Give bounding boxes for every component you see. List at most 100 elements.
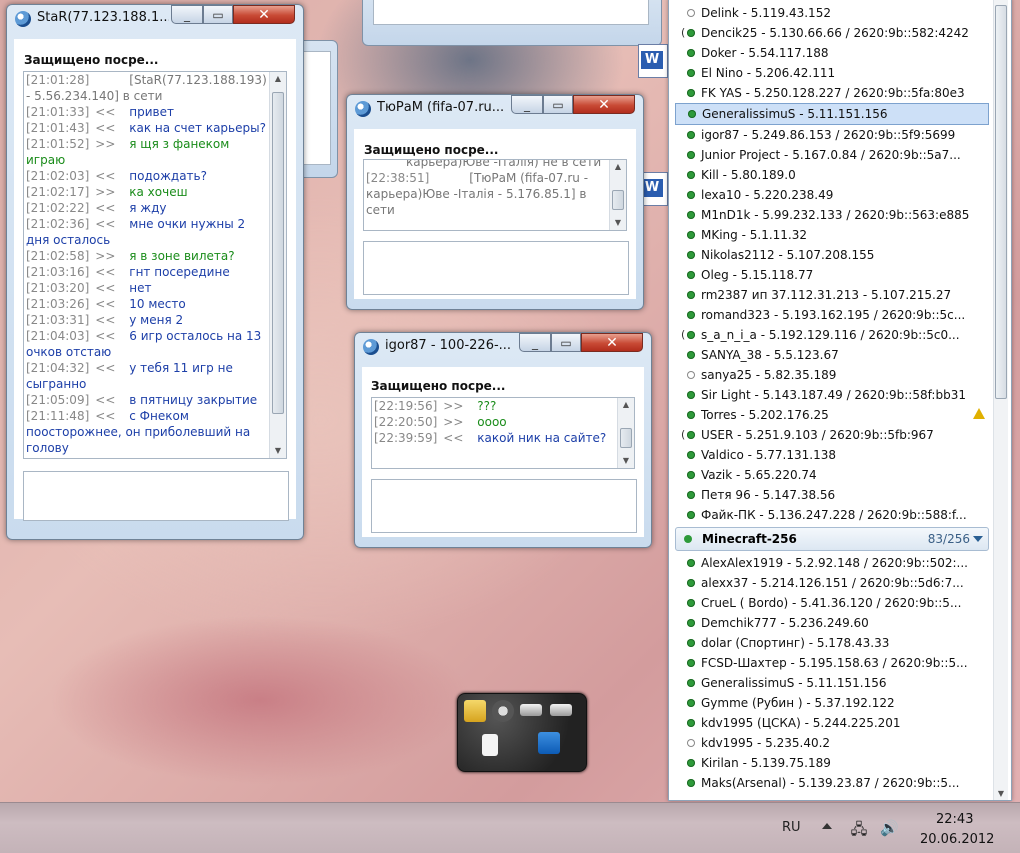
log-scrollbar[interactable]: ▲ ▼	[609, 160, 626, 230]
message-input[interactable]	[363, 241, 629, 295]
chat-window-turam[interactable]: ТюРаМ (fifa-07.ru... _ ▭ ✕ Защищено поср…	[346, 94, 644, 310]
contact-row[interactable]: Maks(Arsenal) - 5.139.23.87 / 2620:9b::5…	[675, 773, 989, 793]
contact-row[interactable]: AlexAlex1919 - 5.2.92.148 / 2620:9b::502…	[675, 553, 989, 573]
volume-icon[interactable]: 🔊	[880, 819, 899, 837]
contact-list[interactable]: Delink - 5.119.43.152 Dencik25 - 5.130.66…	[675, 3, 989, 793]
scroll-up-icon[interactable]: ▲	[618, 398, 634, 412]
teamviewer-icon[interactable]	[538, 732, 560, 754]
collapse-arrow-icon[interactable]	[973, 536, 983, 542]
network-icon[interactable]: 🖧	[850, 819, 868, 838]
contact-row[interactable]: Doker - 5.54.117.188	[675, 43, 989, 63]
contact-row[interactable]: CrueL ( Bordo) - 5.41.36.120 / 2620:9b::…	[675, 593, 989, 613]
message-log[interactable]: карьера)Юве -Італія) не в сети [22:38:51]…	[363, 159, 627, 231]
steam-icon[interactable]	[492, 700, 514, 722]
minimize-button[interactable]: _	[171, 5, 203, 24]
scroll-up-icon[interactable]: ▲	[610, 160, 626, 174]
maximize-button[interactable]: ▭	[551, 333, 581, 352]
maximize-button[interactable]: ▭	[543, 95, 573, 114]
contact-row[interactable]: FCSD-Шахтер - 5.195.158.63 / 2620:9b::5.…	[675, 653, 989, 673]
contact-row[interactable]: Oleg - 5.15.118.77	[675, 265, 989, 285]
title-bar[interactable]: StaR(77.123.188.1... _ ▭ ✕	[7, 5, 303, 33]
contact-row[interactable]: Gymme (Рубин ) - 5.37.192.122	[675, 693, 989, 713]
contact-row[interactable]: romand323 - 5.193.162.195 / 2620:9b::5c.…	[675, 305, 989, 325]
scroll-thumb[interactable]	[620, 428, 632, 448]
title-bar[interactable]: ТюРаМ (fifa-07.ru... _ ▭ ✕	[347, 95, 643, 123]
scroll-up-icon[interactable]: ▲	[270, 72, 286, 86]
contact-row[interactable]: lexa10 - 5.220.238.49	[675, 185, 989, 205]
contact-row[interactable]: Kill - 5.80.189.0	[675, 165, 989, 185]
folder-icon[interactable]	[464, 700, 486, 722]
minimize-button[interactable]: _	[519, 333, 551, 352]
contact-row[interactable]: Valdico - 5.77.131.138	[675, 445, 989, 465]
online-status-icon	[681, 425, 695, 445]
maximize-button[interactable]: ▭	[203, 5, 233, 24]
contact-row[interactable]: rm2387 ип 37.112.31.213 - 5.107.215.27	[675, 285, 989, 305]
contact-row[interactable]: Sir Light - 5.143.187.49 / 2620:9b::58f:…	[675, 385, 989, 405]
contact-row[interactable]: igor87 - 5.249.86.153 / 2620:9b::5f9:569…	[675, 125, 989, 145]
contact-row[interactable]: Файк-ПК - 5.136.247.228 / 2620:9b::588:f…	[675, 505, 989, 525]
online-status-icon	[687, 719, 695, 727]
contact-row[interactable]: Kirilan - 5.139.75.189	[675, 753, 989, 773]
drive-icon-2[interactable]	[550, 704, 572, 716]
scroll-down-icon[interactable]: ▼	[610, 216, 626, 230]
message-log[interactable]: [21:01:28] [StaR(77.123.188.193) - 5.56.2…	[23, 71, 287, 459]
contact-row[interactable]: sanya25 - 5.82.35.189	[675, 365, 989, 385]
contact-row[interactable]: Torres - 5.202.176.25	[675, 405, 989, 425]
contact-row[interactable]: dolar (Спортинг) - 5.178.43.33	[675, 633, 989, 653]
contact-row[interactable]: MKing - 5.1.11.32	[675, 225, 989, 245]
online-status-icon	[687, 211, 695, 219]
contact-row[interactable]: Петя 96 - 5.147.38.56	[675, 485, 989, 505]
scroll-thumb[interactable]	[612, 190, 624, 210]
contact-row[interactable]: El Nino - 5.206.42.111	[675, 63, 989, 83]
contact-row[interactable]: Vazik - 5.65.220.74	[675, 465, 989, 485]
language-indicator[interactable]: RU	[782, 820, 801, 835]
close-icon: ✕	[258, 7, 270, 23]
message-line: [21:04:03] << 6 игр осталось на 13 очков о…	[26, 328, 268, 360]
contact-label: Valdico - 5.77.131.138	[701, 448, 836, 462]
message-line: [21:03:31] << у меня 2	[26, 312, 268, 328]
clock-date[interactable]: 20.06.2012	[920, 832, 994, 847]
contact-list-window[interactable]: Delink - 5.119.43.152 Dencik25 - 5.130.66…	[668, 0, 1012, 801]
close-button[interactable]: ✕	[573, 95, 635, 114]
word-document-icon[interactable]: W	[638, 44, 668, 78]
clock-time[interactable]: 22:43	[936, 812, 973, 827]
contact-row[interactable]: SANYA_38 - 5.5.123.67	[675, 345, 989, 365]
contact-row[interactable]: Junior Project - 5.167.0.84 / 2620:9b::5…	[675, 145, 989, 165]
title-bar[interactable]: igor87 - 100-226-... _ ▭ ✕	[355, 333, 651, 361]
contact-row[interactable]: kdv1995 (ЦСКА) - 5.244.225.201	[675, 713, 989, 733]
scroll-down-icon[interactable]: ▼	[618, 454, 634, 468]
scroll-down-icon[interactable]: ▼	[994, 789, 1008, 798]
chat-window-igor87[interactable]: igor87 - 100-226-... _ ▭ ✕ Защищено поср…	[354, 332, 652, 548]
desktop-launcher-gadget[interactable]	[457, 693, 587, 772]
scroll-down-icon[interactable]: ▼	[270, 444, 286, 458]
contact-row[interactable]: kdv1995 - 5.235.40.2	[675, 733, 989, 753]
contact-row[interactable]: USER - 5.251.9.103 / 2620:9b::5fb:967	[675, 425, 989, 445]
chat-window-star[interactable]: StaR(77.123.188.1... _ ▭ ✕ Защищено поср…	[6, 4, 304, 540]
message-input[interactable]	[23, 471, 289, 521]
show-hidden-icons-icon[interactable]	[822, 823, 832, 829]
contact-row[interactable]: M1nD1k - 5.99.232.133 / 2620:9b::563:e88…	[675, 205, 989, 225]
contact-row[interactable]: FK YAS - 5.250.128.227 / 2620:9b::5fa:80…	[675, 83, 989, 103]
scroll-thumb[interactable]	[272, 92, 284, 414]
message-log[interactable]: [22:19:56] >>??? [22:20:50] >> оооо [22:39:59…	[371, 397, 635, 469]
scroll-thumb[interactable]	[995, 5, 1007, 399]
close-button[interactable]: ✕	[233, 5, 295, 24]
close-button[interactable]: ✕	[581, 333, 643, 352]
message-text: привет	[129, 105, 174, 119]
minimize-button[interactable]: _	[511, 95, 543, 114]
group-header-minecraft[interactable]: Minecraft-256 83/256	[675, 527, 989, 551]
drive-icon[interactable]	[520, 704, 542, 716]
contact-scrollbar[interactable]: ▼	[993, 0, 1008, 800]
contact-row[interactable]: Dencik25 - 5.130.66.66 / 2620:9b::582:42…	[675, 23, 989, 43]
log-scrollbar[interactable]: ▲ ▼	[617, 398, 634, 468]
contact-row[interactable]: GeneralissimuS - 5.11.151.156	[675, 103, 989, 125]
document-icon[interactable]	[482, 734, 498, 756]
contact-row[interactable]: s_a_n_i_a - 5.192.129.116 / 2620:9b::5c0…	[675, 325, 989, 345]
contact-row[interactable]: Demchik777 - 5.236.249.60	[675, 613, 989, 633]
contact-row[interactable]: GeneralissimuS - 5.11.151.156	[675, 673, 989, 693]
contact-row[interactable]: Nikolas2112 - 5.107.208.155	[675, 245, 989, 265]
log-scrollbar[interactable]: ▲ ▼	[269, 72, 286, 458]
contact-row[interactable]: Delink - 5.119.43.152	[675, 3, 989, 23]
message-input[interactable]	[371, 479, 637, 533]
contact-row[interactable]: alexx37 - 5.214.126.151 / 2620:9b::5d6:7…	[675, 573, 989, 593]
